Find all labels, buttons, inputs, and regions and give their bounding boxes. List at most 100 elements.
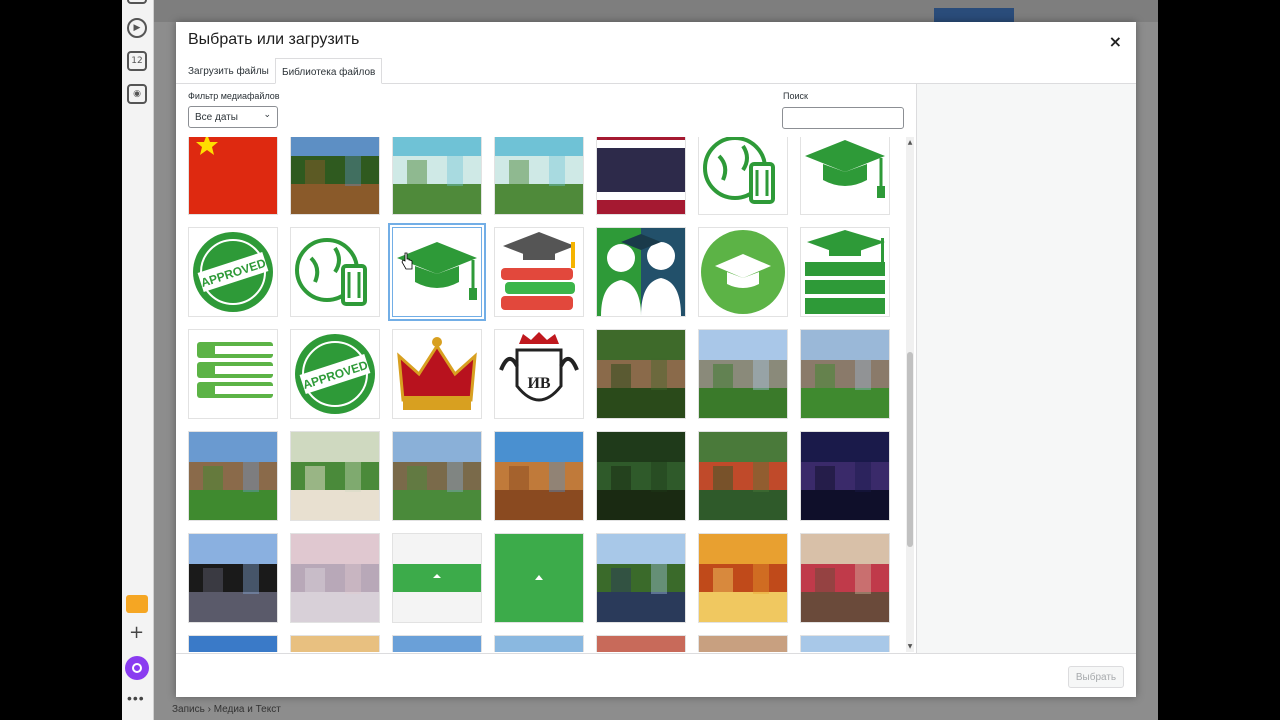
china-flag-image bbox=[189, 137, 277, 214]
media-thumbnail-approved-stamp-2[interactable]: APPROVED bbox=[290, 329, 380, 419]
grid-scrollbar[interactable]: ▲ ▼ bbox=[906, 137, 914, 652]
media-thumbnail-old-city[interactable] bbox=[494, 635, 584, 652]
tab-upload-files[interactable]: Загрузить файлы bbox=[182, 58, 275, 84]
media-thumbnail-books-green-icon[interactable] bbox=[188, 329, 278, 419]
pagoda-lake-image bbox=[291, 137, 379, 214]
add-icon[interactable]: + bbox=[129, 622, 144, 643]
hand-cursor-icon bbox=[401, 252, 413, 270]
play-icon[interactable]: ▶ bbox=[127, 18, 147, 38]
media-thumbnail-hiker-backpack[interactable] bbox=[596, 533, 686, 623]
doorway-man-image bbox=[699, 636, 787, 652]
green-square-image bbox=[495, 534, 583, 622]
scroll-up-icon[interactable]: ▲ bbox=[906, 139, 914, 146]
chevron-down-icon: ⌄ bbox=[263, 110, 271, 120]
students-sitting-image bbox=[291, 432, 379, 520]
spices-image bbox=[699, 534, 787, 622]
media-thumbnail-red-buildings[interactable] bbox=[392, 635, 482, 652]
jungle-image bbox=[597, 432, 685, 520]
media-thumbnail-approved-stamp[interactable]: APPROVED bbox=[188, 227, 278, 317]
media-thumbnail-green-banner[interactable] bbox=[392, 533, 482, 623]
books-green-icon-image bbox=[189, 330, 277, 418]
attachment-details-panel bbox=[916, 84, 1136, 653]
tab-media-library[interactable]: Библиотека файлов bbox=[275, 58, 383, 84]
books-cap-icon-image bbox=[495, 228, 583, 316]
browser-menu-icon[interactable] bbox=[127, 0, 147, 4]
media-thumbnail-crest-icon[interactable]: ИВ bbox=[494, 329, 584, 419]
media-thumbnail-books-cap-green-icon[interactable] bbox=[800, 227, 890, 317]
media-thumbnail-college-lawn[interactable] bbox=[800, 329, 890, 419]
media-grid-area: APPROVED APPROVED ИВ bbox=[188, 137, 904, 652]
search-label: Поиск bbox=[783, 91, 808, 101]
night-palms-image bbox=[801, 432, 889, 520]
approved-stamp-image: APPROVED bbox=[189, 228, 277, 316]
search-input[interactable] bbox=[782, 107, 904, 129]
media-thumbnail-night-palms[interactable] bbox=[800, 431, 890, 521]
breadcrumb: Запись › Медиа и Текст bbox=[162, 700, 1152, 720]
palace-garden-image bbox=[699, 330, 787, 418]
approved-stamp-2-image: APPROVED bbox=[291, 330, 379, 418]
hiker-backpack-image bbox=[597, 534, 685, 622]
select-button[interactable]: Выбрать bbox=[1068, 666, 1124, 688]
beach-boats-2-image bbox=[495, 137, 583, 214]
graduation-cap-icon-selected-image bbox=[393, 228, 481, 316]
media-thumbnail-market-street[interactable] bbox=[800, 533, 890, 623]
crown-icon-image bbox=[393, 330, 481, 418]
media-thumbnail-students-sitting[interactable] bbox=[290, 431, 380, 521]
media-thumbnail-graduation-cap-icon[interactable] bbox=[800, 137, 890, 215]
media-thumbnail-pagoda-lake[interactable] bbox=[290, 137, 380, 215]
media-thumbnail-doorway-man[interactable] bbox=[698, 635, 788, 652]
media-thumbnail-red-walls[interactable] bbox=[596, 635, 686, 652]
media-thumbnail-castle-forest[interactable] bbox=[596, 329, 686, 419]
modal-tabs: Загрузить файлы Библиотека файлов bbox=[176, 58, 1136, 84]
beach-boats-image bbox=[393, 137, 481, 214]
passport-stamp-image bbox=[291, 534, 379, 622]
media-thumbnail-jungle[interactable] bbox=[596, 431, 686, 521]
date-filter-select[interactable]: Все даты ⌄ bbox=[188, 106, 278, 128]
assistant-icon[interactable] bbox=[125, 656, 149, 680]
media-thumbnail-students-icon[interactable] bbox=[596, 227, 686, 317]
cap-circle-icon-image bbox=[699, 228, 787, 316]
media-thumbnail-beach-boats-2[interactable] bbox=[494, 137, 584, 215]
red-walls-image bbox=[597, 636, 685, 652]
red-buildings-image bbox=[393, 636, 481, 652]
media-thumbnail-canyon[interactable] bbox=[188, 635, 278, 652]
media-thumbnail-crown-icon[interactable] bbox=[392, 329, 482, 419]
scroll-down-icon[interactable]: ▼ bbox=[906, 643, 914, 650]
media-thumbnail-passport-stamp[interactable] bbox=[290, 533, 380, 623]
media-thumbnail-mosque[interactable] bbox=[392, 431, 482, 521]
media-thumbnail-graduation-cap-icon-selected[interactable] bbox=[392, 227, 482, 317]
close-icon[interactable]: × bbox=[1109, 32, 1122, 51]
media-thumbnail-desert-town[interactable] bbox=[494, 431, 584, 521]
media-thumbnail-china-flag[interactable] bbox=[188, 137, 278, 215]
media-thumbnail-beach-boats[interactable] bbox=[392, 137, 482, 215]
media-thumbnail-thai-flag[interactable] bbox=[596, 137, 686, 215]
media-thumbnail-dunes[interactable] bbox=[290, 635, 380, 652]
modal-footer: Выбрать bbox=[176, 653, 1136, 697]
media-thumbnail-globe-luggage-icon-2[interactable] bbox=[290, 227, 380, 317]
media-thumbnail-palace-garden[interactable] bbox=[698, 329, 788, 419]
calendar-icon[interactable]: 12 bbox=[127, 51, 147, 71]
media-thumbnail-students-lawn[interactable] bbox=[188, 431, 278, 521]
svg-text:ИВ: ИВ bbox=[527, 375, 550, 392]
students-lawn-image bbox=[189, 432, 277, 520]
browser-sidebar: ▶ 12 ◉ + ••• bbox=[122, 0, 154, 720]
media-thumbnail-spices[interactable] bbox=[698, 533, 788, 623]
media-thumbnail-graduates-caps[interactable] bbox=[188, 533, 278, 623]
media-thumbnail-mountains-snow[interactable] bbox=[800, 635, 890, 652]
media-thumbnail-tea-woman[interactable] bbox=[698, 431, 788, 521]
media-thumbnail-globe-luggage-icon[interactable] bbox=[698, 137, 788, 215]
old-city-image bbox=[495, 636, 583, 652]
filter-label: Фильтр медиафайлов bbox=[188, 91, 280, 101]
more-icon[interactable]: ••• bbox=[127, 690, 145, 706]
date-filter-value: Все даты bbox=[195, 112, 238, 123]
media-thumbnail-cap-circle-icon[interactable] bbox=[698, 227, 788, 317]
media-thumbnail-books-cap-icon[interactable] bbox=[494, 227, 584, 317]
screenshot-icon[interactable]: ◉ bbox=[127, 84, 147, 104]
dunes-image bbox=[291, 636, 379, 652]
scroll-thumb[interactable] bbox=[907, 352, 913, 547]
mail-icon[interactable] bbox=[126, 595, 148, 613]
media-thumbnail-green-square[interactable] bbox=[494, 533, 584, 623]
college-lawn-image bbox=[801, 330, 889, 418]
mosque-image bbox=[393, 432, 481, 520]
globe-luggage-icon-image bbox=[699, 137, 787, 214]
